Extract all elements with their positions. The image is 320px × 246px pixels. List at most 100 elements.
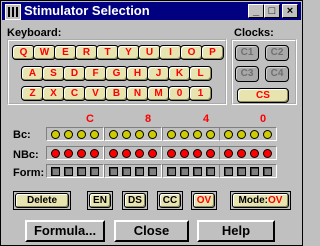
delete-button[interactable]: Delete [15,193,69,208]
bc-group-4 [219,127,277,141]
formula-button[interactable]: Formula... [25,220,105,242]
key-z[interactable]: Z [21,86,44,101]
key-x[interactable]: X [42,86,65,101]
form-bit-4[interactable] [90,167,99,176]
key-l[interactable]: L [189,66,212,81]
key-s[interactable]: S [42,66,65,81]
nbc-bit-11[interactable] [193,149,202,158]
form-bit-15[interactable] [250,167,259,176]
nbc-bit-2[interactable] [64,149,73,158]
key-c[interactable]: C [63,86,86,101]
nbc-group-1 [46,146,104,160]
ds-button[interactable]: DS [124,193,146,208]
key-o[interactable]: O [180,45,203,60]
bc-bit-12[interactable] [206,130,215,139]
nbc-bit-8[interactable] [148,149,157,158]
clock-key-c2[interactable]: C2 [265,45,289,61]
bc-bit-6[interactable] [122,130,131,139]
cc-button[interactable]: CC [159,193,181,208]
ov-button[interactable]: OV [193,193,215,208]
key-b[interactable]: B [105,86,128,101]
nbc-bit-3[interactable] [77,149,86,158]
nbc-bit-4[interactable] [90,149,99,158]
nbc-bit-9[interactable] [167,149,176,158]
nbc-bit-7[interactable] [135,149,144,158]
key-j[interactable]: J [147,66,170,81]
form-bit-8[interactable] [148,167,157,176]
nbc-bit-15[interactable] [250,149,259,158]
bc-bit-15[interactable] [250,130,259,139]
nbc-bit-5[interactable] [109,149,118,158]
bc-group-3 [162,127,220,141]
key-0[interactable]: 0 [168,86,191,101]
form-bit-3[interactable] [77,167,86,176]
nbc-bit-10[interactable] [180,149,189,158]
clock-key-c3[interactable]: C3 [235,66,259,82]
help-button[interactable]: Help [197,220,275,242]
key-h[interactable]: H [126,66,149,81]
bc-bit-8[interactable] [148,130,157,139]
nbc-bit-16[interactable] [263,149,272,158]
form-group-3 [162,164,220,178]
nbc-bit-1[interactable] [51,149,60,158]
mode-button[interactable]: Mode:OV [232,193,289,208]
form-bit-9[interactable] [167,167,176,176]
bc-bit-5[interactable] [109,130,118,139]
title-bar[interactable]: Stimulator Selection _ □ × [2,2,301,20]
key-k[interactable]: K [168,66,191,81]
key-u[interactable]: U [138,45,161,60]
app-icon[interactable] [5,4,21,20]
form-bit-13[interactable] [224,167,233,176]
key-v[interactable]: V [84,86,107,101]
key-d[interactable]: D [63,66,86,81]
clock-key-cs[interactable]: CS [237,88,289,103]
form-bit-1[interactable] [51,167,60,176]
nbc-bit-13[interactable] [224,149,233,158]
key-a[interactable]: A [21,66,44,81]
key-n[interactable]: N [126,86,149,101]
close-window-button[interactable]: × [282,4,298,18]
key-t[interactable]: T [96,45,119,60]
bc-bit-11[interactable] [193,130,202,139]
key-f[interactable]: F [84,66,107,81]
en-button[interactable]: EN [89,193,111,208]
close-button[interactable]: Close [114,220,189,242]
key-r[interactable]: R [75,45,98,60]
nbc-bit-6[interactable] [122,149,131,158]
bc-bit-9[interactable] [167,130,176,139]
form-bit-6[interactable] [122,167,131,176]
form-bit-2[interactable] [64,167,73,176]
bc-bit-1[interactable] [51,130,60,139]
form-bit-7[interactable] [135,167,144,176]
nbc-bit-14[interactable] [237,149,246,158]
bc-bit-13[interactable] [224,130,233,139]
form-group-4 [219,164,277,178]
clock-key-c1[interactable]: C1 [235,45,259,61]
form-bit-5[interactable] [109,167,118,176]
bc-bit-16[interactable] [263,130,272,139]
key-1[interactable]: 1 [189,86,212,101]
key-e[interactable]: E [54,45,77,60]
key-y[interactable]: Y [117,45,140,60]
key-w[interactable]: W [33,45,56,60]
form-bit-12[interactable] [206,167,215,176]
key-p[interactable]: P [201,45,224,60]
clock-key-c4[interactable]: C4 [265,66,289,82]
key-q[interactable]: Q [12,45,35,60]
bc-bit-7[interactable] [135,130,144,139]
bc-bit-14[interactable] [237,130,246,139]
key-i[interactable]: I [159,45,182,60]
form-bit-11[interactable] [193,167,202,176]
form-bit-10[interactable] [180,167,189,176]
bc-bit-2[interactable] [64,130,73,139]
form-bit-16[interactable] [263,167,272,176]
key-g[interactable]: G [105,66,128,81]
bc-bit-3[interactable] [77,130,86,139]
form-bit-14[interactable] [237,167,246,176]
key-m[interactable]: M [147,86,170,101]
maximize-button[interactable]: □ [264,4,280,18]
bc-bit-4[interactable] [90,130,99,139]
minimize-button[interactable]: _ [248,4,264,18]
nbc-bit-12[interactable] [206,149,215,158]
bc-bit-10[interactable] [180,130,189,139]
